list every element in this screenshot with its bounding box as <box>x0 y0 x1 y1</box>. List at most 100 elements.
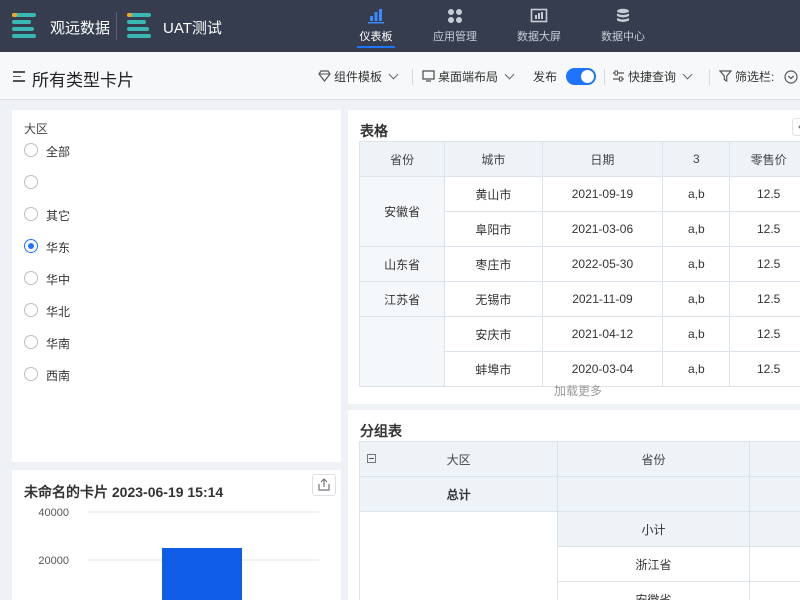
export-button[interactable] <box>312 474 336 496</box>
collapse-panel-button[interactable] <box>792 118 800 136</box>
brand-name[interactable]: 观远数据 <box>50 17 110 38</box>
table-header-row: 大区 省份 <box>358 441 800 477</box>
empty-cell <box>748 476 800 512</box>
column-header[interactable]: 省份 <box>557 441 750 477</box>
table-row: 总计 <box>358 476 800 512</box>
quick-query-dropdown[interactable]: 快捷查询 <box>612 68 693 85</box>
export-icon <box>318 478 330 491</box>
data-table: 省份 城市 日期 3 零售价 安徽省 黄山市 2021-09-19 a,b 12… <box>358 141 800 387</box>
table-card: 表格 省份 城市 日期 3 零售价 安徽省 黄山市 2021-09-19 a,b… <box>348 110 800 404</box>
menu-icon[interactable] <box>13 71 25 82</box>
group-table: 大区 省份 总计 小计 浙江省 安徽省 <box>358 441 800 600</box>
city-cell: 安庆市 <box>444 316 543 352</box>
date-cell: 2022-05-30 <box>541 246 664 282</box>
chart-title: 未命名的卡片 2023-06-19 15:14 <box>24 484 224 500</box>
radio-circle-selected[interactable] <box>24 239 38 253</box>
divider <box>709 69 710 85</box>
monitor-icon <box>422 70 435 82</box>
column-header[interactable]: 日期 <box>541 141 664 177</box>
province-cell: 安徽省 <box>557 581 750 600</box>
chevron-down-icon <box>682 69 693 80</box>
table-row: 江苏省 无锡市 2021-11-09 a,b 12.5 <box>358 281 800 317</box>
city-cell: 无锡市 <box>444 281 543 317</box>
value-cell: a,b <box>662 211 731 247</box>
price-cell: 12.5 <box>729 316 800 352</box>
value-cell: a,b <box>662 281 731 317</box>
nav-dashboard[interactable]: 仪表板 <box>341 0 411 52</box>
price-cell: 12.5 <box>729 246 800 282</box>
screen-icon <box>530 8 548 23</box>
province-cell <box>358 316 446 387</box>
empty-cell <box>557 476 750 512</box>
column-header[interactable] <box>748 441 800 477</box>
region-cell <box>358 511 559 600</box>
collapse-icon[interactable] <box>367 454 376 463</box>
nav-data-screen[interactable]: 数据大屏 <box>504 0 574 52</box>
radio-circle[interactable] <box>24 143 38 157</box>
radio-circle[interactable] <box>24 271 38 285</box>
radio-option-south[interactable]: 华南 <box>24 332 224 352</box>
empty-cell <box>748 546 800 582</box>
filter-icon <box>718 70 733 83</box>
divider <box>412 69 413 85</box>
bar[interactable] <box>162 548 242 600</box>
radio-option-north[interactable]: 华北 <box>24 300 224 320</box>
column-header[interactable]: 零售价 <box>729 141 800 177</box>
bar-chart-card: 未命名的卡片 2023-06-19 15:14 40000 20000 <box>12 470 341 600</box>
column-header[interactable]: 城市 <box>444 141 543 177</box>
component-template-dropdown[interactable]: 组件模板 <box>318 68 399 85</box>
layout-dropdown[interactable]: 桌面端布局 <box>422 68 515 85</box>
radio-option-other[interactable]: 其它 <box>24 204 224 224</box>
city-cell: 黄山市 <box>444 176 543 212</box>
radio-option-east[interactable]: 华东 <box>24 236 224 256</box>
table-row: 安徽省 黄山市 2021-09-19 a,b 12.5 <box>358 176 800 247</box>
column-header[interactable]: 大区 <box>358 441 559 477</box>
sliders-icon <box>613 70 624 82</box>
province-cell: 安徽省 <box>358 176 446 247</box>
radio-circle[interactable] <box>24 367 38 381</box>
table-row: 安庆市 2021-04-12 a,b 12.5 <box>358 316 800 387</box>
region-filter-card: 大区 全部 其它 华东 华中 华北 华南 西南 <box>12 110 341 462</box>
filter-bar-dropdown[interactable]: 筛选栏: <box>718 68 798 85</box>
radio-option-central[interactable]: 华中 <box>24 268 224 288</box>
value-cell: a,b <box>662 316 731 352</box>
chevron-down-icon <box>504 69 515 80</box>
y-tick-label: 40000 <box>38 507 69 519</box>
radio-option-southwest[interactable]: 西南 <box>24 364 224 384</box>
radio-circle[interactable] <box>24 335 38 349</box>
empty-cell <box>748 581 800 600</box>
province-cell: 浙江省 <box>557 546 750 582</box>
subtotal-cell: 小计 <box>557 511 750 547</box>
card-title: 表格 <box>360 123 388 139</box>
radio-option-empty[interactable] <box>24 172 224 192</box>
load-more-link[interactable]: 加载更多 <box>348 382 800 399</box>
empty-cell <box>748 511 800 547</box>
total-cell: 总计 <box>358 476 559 512</box>
nav-app-management[interactable]: 应用管理 <box>420 0 490 52</box>
bar-chart-icon <box>368 9 384 24</box>
project-name[interactable]: UAT测试 <box>163 17 222 38</box>
bar-chart: 40000 20000 <box>38 507 319 600</box>
date-cell: 2021-11-09 <box>541 281 664 317</box>
radio-circle[interactable] <box>24 207 38 221</box>
column-header[interactable]: 省份 <box>358 141 446 177</box>
city-cell: 阜阳市 <box>444 211 543 247</box>
radio-circle[interactable] <box>24 175 38 189</box>
card-title: 分组表 <box>360 423 402 439</box>
nav-data-center[interactable]: 数据中心 <box>588 0 658 52</box>
province-cell: 山东省 <box>358 246 446 282</box>
publish-toggle[interactable] <box>566 68 596 85</box>
guandata-logo-icon <box>12 13 36 39</box>
value-cell: a,b <box>662 246 731 282</box>
price-cell: 12.5 <box>729 281 800 317</box>
filter-title: 大区 <box>24 122 49 136</box>
radio-option-all[interactable]: 全部 <box>24 140 224 160</box>
brand-divider <box>116 12 117 40</box>
column-header[interactable]: 3 <box>662 141 731 177</box>
radio-circle[interactable] <box>24 303 38 317</box>
top-navbar: 观远数据 UAT测试 仪表板 应用管理 数据大屏 数据中心 <box>0 0 800 52</box>
value-cell: a,b <box>662 176 731 212</box>
dashboard-toolbar: 所有类型卡片 组件模板 桌面端布局 发布 快捷查询 筛选栏: <box>0 52 800 100</box>
divider <box>604 69 605 85</box>
date-cell: 2021-03-06 <box>541 211 664 247</box>
